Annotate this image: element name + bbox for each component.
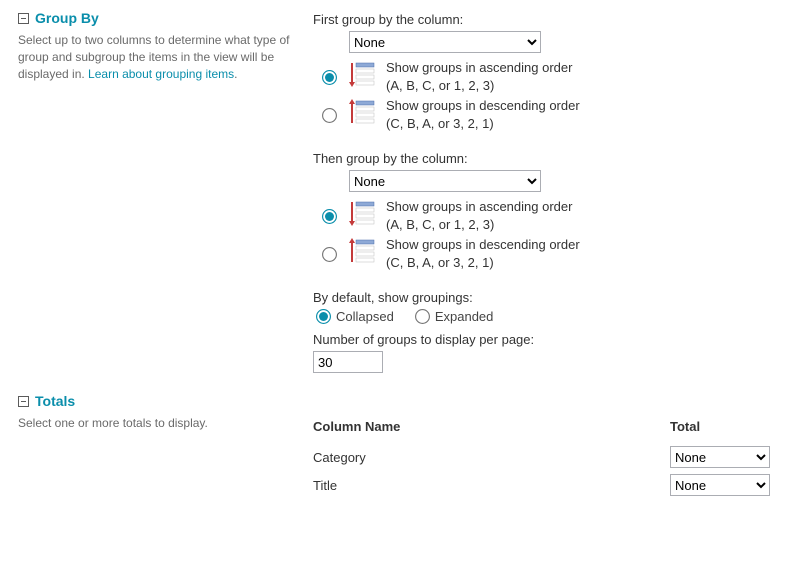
then-group-by-label: Then group by the column: bbox=[313, 151, 782, 166]
first-asc-line1: Show groups in ascending order bbox=[386, 59, 572, 77]
groups-per-page-input[interactable] bbox=[313, 351, 383, 373]
totals-select-category[interactable]: None bbox=[670, 446, 770, 468]
default-groupings-label: By default, show groupings: bbox=[313, 290, 782, 305]
totals-row: Title None bbox=[313, 474, 782, 496]
totals-help: Select one or more totals to display. bbox=[18, 415, 299, 432]
groups-per-page-label: Number of groups to display per page: bbox=[313, 332, 782, 347]
first-asc-row: Show groups in ascending order (A, B, C,… bbox=[323, 59, 782, 94]
first-desc-radio[interactable] bbox=[322, 108, 337, 123]
sort-asc-icon bbox=[348, 199, 376, 227]
column-name-header: Column Name bbox=[313, 419, 670, 434]
then-asc-line1: Show groups in ascending order bbox=[386, 198, 572, 216]
first-group-by-label: First group by the column: bbox=[313, 12, 782, 27]
then-asc-line2: (A, B, C, or 1, 2, 3) bbox=[386, 216, 572, 234]
expanded-radio[interactable] bbox=[415, 309, 430, 324]
section-totals: Totals Select one or more totals to disp… bbox=[18, 393, 782, 502]
totals-row-name: Category bbox=[313, 450, 670, 465]
section-group-by: Group By Select up to two columns to det… bbox=[18, 10, 782, 373]
collapsed-label: Collapsed bbox=[336, 309, 394, 324]
then-asc-radio[interactable] bbox=[322, 209, 337, 224]
first-desc-line1: Show groups in descending order bbox=[386, 97, 580, 115]
expanded-label: Expanded bbox=[435, 309, 494, 324]
collapsed-radio[interactable] bbox=[316, 309, 331, 324]
sort-desc-icon bbox=[348, 98, 376, 126]
group-by-help: Select up to two columns to determine wh… bbox=[18, 32, 299, 82]
totals-row-name: Title bbox=[313, 478, 670, 493]
then-desc-line1: Show groups in descending order bbox=[386, 236, 580, 254]
collapse-icon[interactable] bbox=[18, 13, 29, 24]
sort-asc-icon bbox=[348, 60, 376, 88]
collapse-icon[interactable] bbox=[18, 396, 29, 407]
section-title-totals: Totals bbox=[35, 393, 75, 409]
then-desc-row: Show groups in descending order (C, B, A… bbox=[323, 236, 782, 271]
then-desc-line2: (C, B, A, or 3, 2, 1) bbox=[386, 254, 580, 272]
first-desc-line2: (C, B, A, or 3, 2, 1) bbox=[386, 115, 580, 133]
total-header: Total bbox=[670, 419, 782, 434]
learn-grouping-link[interactable]: Learn about grouping items bbox=[88, 67, 234, 81]
sort-desc-icon bbox=[348, 237, 376, 265]
first-asc-line2: (A, B, C, or 1, 2, 3) bbox=[386, 77, 572, 95]
first-group-by-select[interactable]: None bbox=[349, 31, 541, 53]
totals-header-row: Column Name Total bbox=[313, 419, 782, 434]
section-title-group-by: Group By bbox=[35, 10, 99, 26]
then-asc-row: Show groups in ascending order (A, B, C,… bbox=[323, 198, 782, 233]
totals-row: Category None bbox=[313, 446, 782, 468]
first-asc-radio[interactable] bbox=[322, 70, 337, 85]
then-desc-radio[interactable] bbox=[322, 247, 337, 262]
then-group-by-select[interactable]: None bbox=[349, 170, 541, 192]
totals-select-title[interactable]: None bbox=[670, 474, 770, 496]
first-desc-row: Show groups in descending order (C, B, A… bbox=[323, 97, 782, 132]
